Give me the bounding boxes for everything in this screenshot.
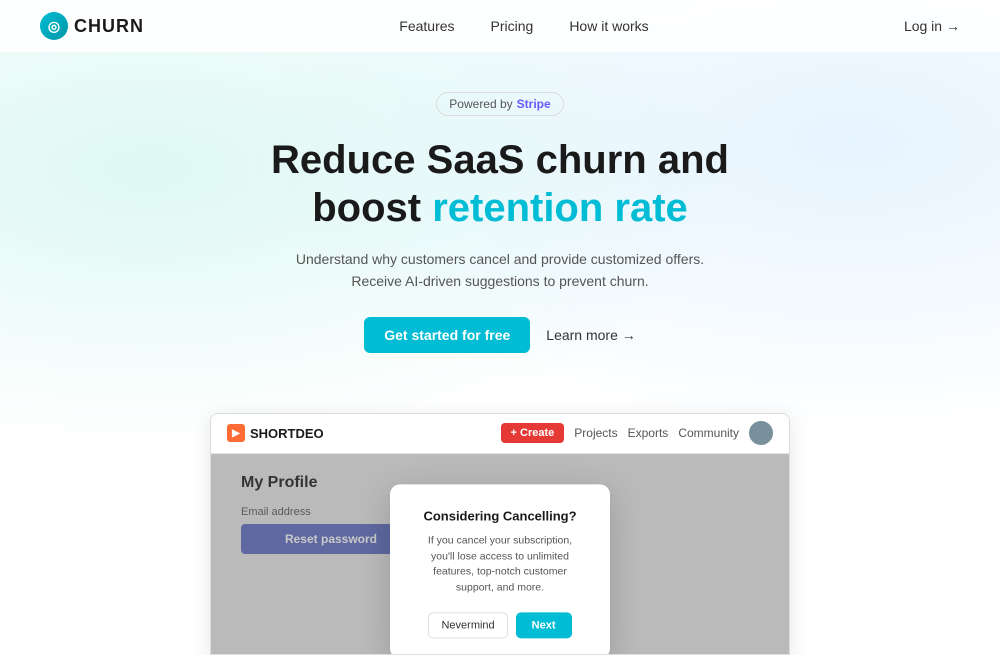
demo-nav-exports[interactable]: Exports (628, 426, 669, 440)
next-button[interactable]: Next (516, 612, 572, 638)
learn-more-button[interactable]: Learn more → (546, 327, 635, 343)
nav-links: Features Pricing How it works (399, 18, 648, 34)
hero-title: Reduce SaaS churn and boost retention ra… (20, 136, 980, 232)
demo-nav-right: + Create Projects Exports Community (501, 421, 773, 445)
powered-by-badge: Powered by Stripe (436, 92, 563, 116)
modal-title: Considering Cancelling? (418, 508, 582, 523)
hero-title-line2-plain: boost (312, 186, 432, 230)
hero-buttons: Get started for free Learn more → (20, 317, 980, 353)
hero-subtitle-line1: Understand why customers cancel and prov… (296, 251, 704, 267)
nav-how-it-works[interactable]: How it works (569, 18, 648, 34)
powered-by-brand: Stripe (517, 97, 551, 111)
demo-logo-icon: ▶ (227, 424, 245, 442)
modal-body: If you cancel your subscription, you'll … (418, 533, 582, 596)
nav-features[interactable]: Features (399, 18, 454, 34)
hero-section: Powered by Stripe Reduce SaaS churn and … (0, 52, 1000, 413)
demo-nav-projects[interactable]: Projects (574, 426, 617, 440)
demo-avatar[interactable] (749, 421, 773, 445)
get-started-button[interactable]: Get started for free (364, 317, 530, 353)
demo-navbar: ▶ SHORTDEO + Create Projects Exports Com… (211, 414, 789, 454)
hero-subtitle-line2: Receive AI-driven suggestions to prevent… (351, 273, 648, 289)
demo-app-name: SHORTDEO (250, 426, 324, 441)
powered-by-prefix: Powered by (449, 97, 512, 111)
demo-logo: ▶ SHORTDEO (227, 424, 324, 442)
demo-content: My Profile Email address Reset password … (211, 454, 789, 654)
modal-buttons: Nevermind Next (418, 612, 582, 638)
nav-pricing[interactable]: Pricing (491, 18, 534, 34)
demo-wrapper: ▶ SHORTDEO + Create Projects Exports Com… (0, 413, 1000, 655)
logo-text: CHURN (74, 16, 144, 37)
hero-subtitle: Understand why customers cancel and prov… (20, 248, 980, 293)
demo-window: ▶ SHORTDEO + Create Projects Exports Com… (210, 413, 790, 655)
logo[interactable]: ◎ CHURN (40, 12, 144, 40)
hero-title-highlight: retention rate (432, 186, 688, 230)
demo-nav-community[interactable]: Community (678, 426, 739, 440)
cancel-modal: Considering Cancelling? If you cancel yo… (390, 484, 610, 655)
logo-icon: ◎ (40, 12, 68, 40)
hero-title-line1: Reduce SaaS churn and (271, 138, 729, 182)
nevermind-button[interactable]: Nevermind (428, 612, 507, 638)
demo-create-button[interactable]: + Create (501, 423, 565, 443)
nav-login[interactable]: Log in → (904, 18, 960, 34)
navbar: ◎ CHURN Features Pricing How it works Lo… (0, 0, 1000, 52)
